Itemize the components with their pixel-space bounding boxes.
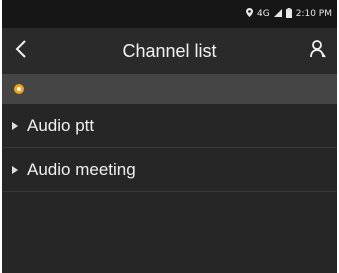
caret-right-icon — [12, 121, 18, 130]
user-icon — [310, 40, 326, 62]
network-type: 4G — [257, 8, 270, 19]
channel-item-audio-ptt[interactable]: Audio ptt — [2, 104, 337, 148]
caret-right-icon — [12, 165, 18, 174]
channel-label: Audio meeting — [27, 159, 136, 179]
page-title: Channel list — [122, 40, 217, 61]
status-bar: 4G 2:10 PM — [2, 0, 337, 28]
channel-label: Audio ptt — [27, 115, 95, 135]
status-dot-icon — [14, 84, 24, 94]
signal-icon — [273, 8, 282, 20]
channel-item-audio-meeting[interactable]: Audio meeting — [2, 148, 337, 192]
app-bar: Channel list — [2, 28, 337, 74]
back-button[interactable] — [8, 38, 34, 64]
status-bar-strip — [2, 74, 337, 104]
phone-screen: 4G 2:10 PM Channel list Audio ptt Audio … — [2, 0, 337, 273]
user-button[interactable] — [305, 38, 331, 64]
channel-list: Audio ptt Audio meeting — [2, 104, 337, 192]
battery-icon — [285, 7, 292, 21]
status-time: 2:10 PM — [295, 9, 332, 19]
location-pin-icon — [246, 8, 254, 20]
chevron-left-icon — [15, 40, 27, 62]
